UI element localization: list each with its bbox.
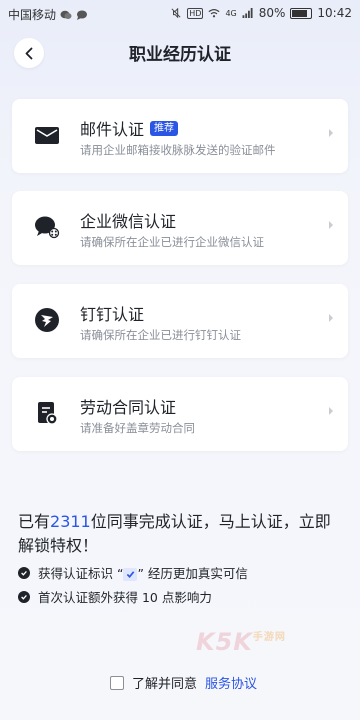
- watermark-sub: 手游网: [252, 632, 286, 643]
- benefit-text: 首次认证额外获得 10 点影响力: [38, 590, 212, 605]
- benefit-item: 获得认证标识 “ ” 经历更加真实可信: [18, 563, 248, 582]
- card-title: 钉钉认证: [80, 305, 145, 324]
- watermark-main: K5K: [196, 628, 253, 656]
- hd-badge: HD: [187, 7, 204, 19]
- card-description: 请准备好盖章劳动合同: [80, 421, 195, 435]
- benefit-item: 首次认证额外获得 10 点影响力: [18, 587, 212, 606]
- card-contract-verification[interactable]: 劳动合同认证 请准备好盖章劳动合同: [12, 377, 348, 451]
- wecom-icon: [34, 214, 60, 240]
- benefit-text-after: ” 经历更加真实可信: [137, 566, 248, 581]
- colleague-count: 2311: [50, 512, 91, 531]
- promo-text: 已有2311位同事完成认证，马上认证，立即解锁特权！: [18, 510, 338, 558]
- verified-badge-icon: [123, 568, 138, 581]
- battery-icon: [290, 7, 313, 19]
- wifi-icon: [208, 8, 220, 18]
- status-left: 中国移动: [8, 6, 88, 23]
- agreement-row: 了解并同意 服务协议: [110, 673, 257, 692]
- check-circle-icon: [18, 566, 30, 579]
- card-title: 邮件认证: [80, 120, 145, 139]
- wechat-notification-icon: [60, 10, 72, 19]
- benefit-text: 获得认证标识 “ ” 经历更加真实可信: [38, 563, 248, 582]
- benefit-text-before: 获得认证标识 “: [38, 566, 124, 581]
- service-agreement-link[interactable]: 服务协议: [205, 673, 257, 692]
- carrier-label: 中国移动: [8, 8, 57, 22]
- card-title-row: 企业微信认证: [80, 208, 176, 232]
- envelope-icon: [34, 122, 60, 148]
- chevron-right-icon: [329, 314, 333, 322]
- card-title-row: 邮件认证 推荐: [80, 116, 179, 140]
- status-bar: 中国移动 HD 4G 80% 10:42: [0, 0, 360, 28]
- recommended-badge: 推荐: [150, 120, 179, 136]
- card-description: 请确保所在企业已进行钉钉认证: [80, 328, 241, 342]
- chevron-right-icon: [329, 129, 333, 137]
- watermark-logo: K5K手游网: [196, 628, 336, 658]
- card-dingtalk-verification[interactable]: 钉钉认证 请确保所在企业已进行钉钉认证: [12, 284, 348, 358]
- card-email-verification[interactable]: 邮件认证 推荐 请用企业邮箱接收脉脉发送的验证邮件: [12, 99, 348, 173]
- card-title-row: 钉钉认证: [80, 301, 144, 325]
- check-circle-icon: [18, 590, 30, 603]
- mute-icon: [171, 8, 181, 18]
- agreement-checkbox[interactable]: [110, 675, 124, 690]
- dingtalk-icon: [34, 307, 60, 333]
- agreement-text: 了解并同意: [132, 677, 198, 692]
- card-description: 请确保所在企业已进行企业微信认证: [80, 235, 264, 249]
- promo-prefix: 已有: [18, 512, 51, 531]
- signal-icon: [242, 8, 253, 18]
- card-title: 企业微信认证: [80, 212, 177, 231]
- battery-fill: [292, 9, 307, 17]
- clock: 10:42: [317, 6, 352, 20]
- chevron-right-icon: [329, 407, 333, 415]
- network-type: 4G: [225, 8, 237, 18]
- chevron-right-icon: [329, 221, 333, 229]
- card-title: 劳动合同认证: [80, 398, 177, 417]
- status-right: HD 4G 80% 10:42: [170, 6, 352, 20]
- battery-percent: 80%: [258, 6, 286, 20]
- message-notification-icon: [77, 10, 88, 20]
- contract-icon: [34, 400, 60, 426]
- card-title-row: 劳动合同认证: [80, 394, 176, 418]
- header: 职业经历认证: [0, 28, 360, 78]
- page-title: 职业经历认证: [129, 45, 231, 65]
- card-wecom-verification[interactable]: 企业微信认证 请确保所在企业已进行企业微信认证: [12, 191, 348, 265]
- card-description: 请用企业邮箱接收脉脉发送的验证邮件: [80, 143, 276, 157]
